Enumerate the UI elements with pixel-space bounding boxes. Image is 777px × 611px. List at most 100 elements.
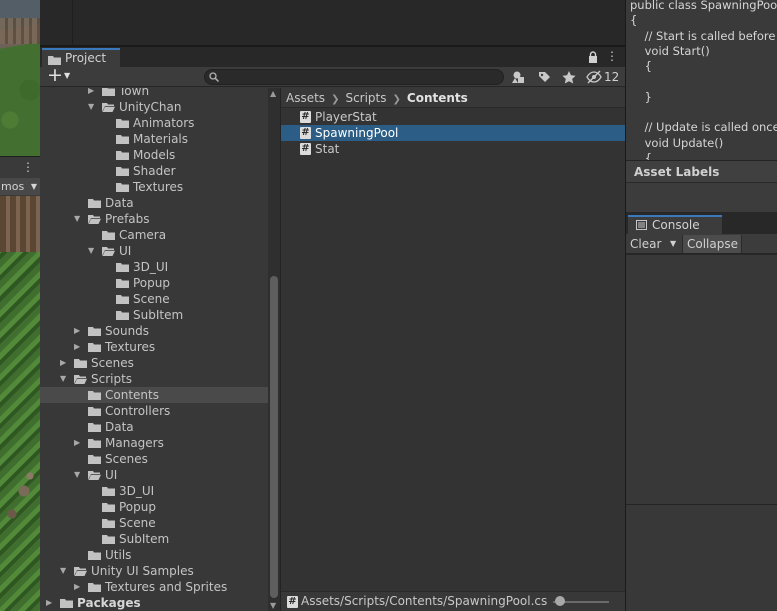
chevron-right-icon[interactable]: ▶ <box>74 435 84 451</box>
tree-item[interactable]: ▼ Prefabs <box>40 211 268 227</box>
lock-icon[interactable] <box>588 51 598 63</box>
console-log-list[interactable] <box>626 255 777 505</box>
gizmos-dropdown[interactable]: mos ▼ <box>0 178 40 195</box>
tree-item[interactable]: ▶ Textures and Sprites <box>40 579 268 595</box>
chevron-down-icon[interactable]: ▼ <box>88 243 98 259</box>
chevron-right-icon[interactable]: ▶ <box>88 88 98 99</box>
tree-item[interactable]: Data <box>40 419 268 435</box>
folder-icon <box>88 551 101 560</box>
tree-item[interactable]: Popup <box>40 499 268 515</box>
filter-by-label-icon[interactable] <box>533 68 555 86</box>
asset-labels-title[interactable]: Asset Labels <box>626 161 777 183</box>
tree-item[interactable]: ▼ UI <box>40 467 268 483</box>
tree-item[interactable]: Popup <box>40 275 268 291</box>
scroll-down-icon[interactable]: ▼ <box>270 601 276 610</box>
clear-button[interactable]: Clear <box>630 235 661 253</box>
icon-size-slider-knob[interactable] <box>555 596 565 606</box>
folder-open-icon <box>88 471 101 480</box>
file-item[interactable]: # SpawningPool <box>281 125 625 141</box>
tree-item[interactable]: ▶ Scenes <box>40 355 268 371</box>
tab-console[interactable]: Console <box>628 215 722 234</box>
chevron-down-icon[interactable]: ▼ <box>670 235 676 253</box>
code-line: // Start is called before the first fram… <box>644 28 776 43</box>
eye-slash-icon <box>586 70 602 84</box>
tree-item[interactable]: 3D_UI <box>40 259 268 275</box>
tree-item[interactable]: Shader <box>40 163 268 179</box>
file-list-pane[interactable]: Assets ❯ Scripts ❯ Contents # PlayerStat # Spaw… <box>280 88 626 611</box>
filter-by-type-icon[interactable] <box>508 68 530 86</box>
scrollbar-thumb[interactable] <box>270 276 278 598</box>
breadcrumb-item[interactable]: Scripts <box>345 91 386 105</box>
tree-item[interactable]: ▶ Packages <box>40 595 268 611</box>
tree-item[interactable]: Materials <box>40 131 268 147</box>
chevron-down-icon[interactable]: ▼ <box>74 467 84 483</box>
tree-item[interactable]: ▶ Textures <box>40 339 268 355</box>
folder-icon <box>88 439 101 448</box>
plus-icon: + <box>47 64 63 86</box>
create-asset-button[interactable]: + ▼ <box>46 64 76 86</box>
script-preview: public class SpawningPool{ // Start is c… <box>626 0 777 160</box>
tree-item[interactable]: Scene <box>40 515 268 531</box>
asset-labels-panel: Asset Labels <box>626 160 777 212</box>
code-line: { <box>630 59 652 74</box>
tree-item[interactable]: Data <box>40 195 268 211</box>
file-item[interactable]: # PlayerStat <box>281 109 625 125</box>
folder-open-icon <box>74 567 87 576</box>
search-field[interactable] <box>204 69 504 85</box>
hidden-packages-toggle[interactable]: 12 <box>585 68 623 86</box>
tree-item[interactable]: Scene <box>40 291 268 307</box>
collapse-button[interactable]: Collapse <box>682 235 742 253</box>
chevron-right-icon[interactable]: ▶ <box>74 579 84 595</box>
chevron-right-icon[interactable]: ▶ <box>60 355 70 371</box>
folder-icon <box>88 423 101 432</box>
chevron-down-icon[interactable]: ▼ <box>60 371 70 387</box>
tree-item-label: Controllers <box>105 404 171 418</box>
tree-item[interactable]: Textures <box>40 179 268 195</box>
tree-item-label: UnityChan <box>119 100 182 114</box>
code-line: { <box>630 13 638 28</box>
tree-item[interactable]: Scenes <box>40 451 268 467</box>
tree-item[interactable]: Models <box>40 147 268 163</box>
tree-item-label: UI <box>105 468 118 482</box>
tree-item[interactable]: ▼ UnityChan <box>40 99 268 115</box>
tab-project-label: Project <box>65 51 107 65</box>
asset-path-bar: # Assets/Scripts/Contents/SpawningPool.c… <box>281 591 626 611</box>
tree-item[interactable]: ▶ Town <box>40 88 268 99</box>
csharp-script-icon: # <box>300 127 311 139</box>
tree-item[interactable]: ▼ UI <box>40 243 268 259</box>
chevron-right-icon[interactable]: ▶ <box>74 339 84 355</box>
scene-menu-icon[interactable]: ⋮ <box>22 160 34 174</box>
kebab-menu-icon[interactable]: ⋮ <box>606 49 618 63</box>
folder-icon <box>88 407 101 416</box>
tree-item[interactable]: Camera <box>40 227 268 243</box>
chevron-down-icon[interactable]: ▼ <box>74 211 84 227</box>
star-icon[interactable] <box>558 68 580 86</box>
breadcrumb-item[interactable]: Assets <box>286 91 325 105</box>
tree-item[interactable]: ▶ Managers <box>40 435 268 451</box>
tree-item[interactable]: Utils <box>40 547 268 563</box>
tree-item[interactable]: 3D_UI <box>40 483 268 499</box>
tree-item[interactable]: SubItem <box>40 307 268 323</box>
search-input[interactable] <box>221 70 501 84</box>
tree-item[interactable]: Controllers <box>40 403 268 419</box>
tree-scrollbar[interactable]: ▲ ▼ <box>268 88 280 611</box>
folder-icon <box>60 599 73 608</box>
tree-item-label: Town <box>119 88 150 98</box>
folder-tree[interactable]: ▶ Town ▼ UnityChan Animators Materials Models S… <box>40 88 268 611</box>
chevron-right-icon[interactable]: ▶ <box>74 323 84 339</box>
chevron-right-icon[interactable]: ▶ <box>46 595 56 611</box>
tree-item[interactable]: Contents <box>40 387 268 403</box>
game-view-preview[interactable] <box>0 196 40 611</box>
tree-item[interactable]: ▶ Sounds <box>40 323 268 339</box>
tree-item[interactable]: ▼ Scripts <box>40 371 268 387</box>
tree-item[interactable]: ▼ Unity UI Samples <box>40 563 268 579</box>
file-item[interactable]: # Stat <box>281 141 625 157</box>
chevron-down-icon[interactable]: ▼ <box>60 563 70 579</box>
scroll-up-icon[interactable]: ▲ <box>270 89 276 98</box>
tree-item[interactable]: SubItem <box>40 531 268 547</box>
chevron-down-icon[interactable]: ▼ <box>88 99 98 115</box>
scene-view-preview[interactable] <box>0 0 40 156</box>
console-detail-pane[interactable] <box>626 505 777 611</box>
tree-item[interactable]: Animators <box>40 115 268 131</box>
breadcrumb-item[interactable]: Contents <box>407 91 468 105</box>
